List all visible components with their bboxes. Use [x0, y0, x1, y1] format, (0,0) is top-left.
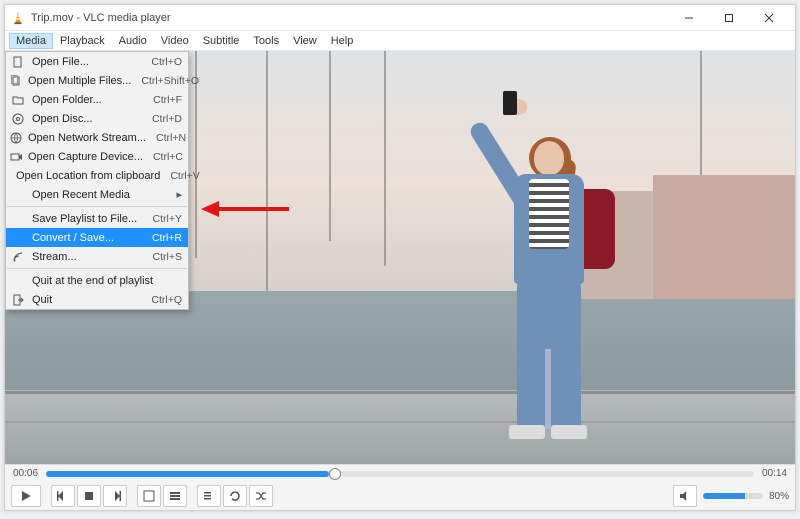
- menu-item-label: Convert / Save...: [32, 232, 142, 244]
- menu-item-shortcut: Ctrl+Shift+O: [131, 75, 199, 87]
- menu-item-open-recent-media[interactable]: Open Recent Media▸: [6, 185, 188, 204]
- ext-settings-button[interactable]: [163, 485, 187, 507]
- menu-item-shortcut: Ctrl+R: [142, 232, 182, 244]
- menu-view[interactable]: View: [286, 33, 324, 49]
- menu-item-label: Quit: [32, 294, 141, 306]
- video-area[interactable]: Open File...Ctrl+OOpen Multiple Files...…: [5, 51, 795, 464]
- menu-item-label: Quit at the end of playlist: [32, 275, 172, 287]
- menu-item-shortcut: Ctrl+S: [143, 251, 182, 263]
- seek-bar[interactable]: [46, 471, 754, 477]
- menu-item-shortcut: Ctrl+V: [160, 170, 199, 182]
- menu-item-shortcut: Ctrl+N: [146, 132, 186, 144]
- menu-item-label: Open Disc...: [32, 113, 142, 125]
- menu-item-label: Open Network Stream...: [28, 132, 146, 144]
- mute-button[interactable]: [673, 485, 697, 507]
- volume-percent: 80%: [769, 491, 789, 502]
- menu-item-quit-at-the-end-of-playlist[interactable]: Quit at the end of playlist: [6, 271, 188, 290]
- menu-item-label: Open Multiple Files...: [28, 75, 131, 87]
- next-button[interactable]: [103, 485, 127, 507]
- files-icon: [10, 73, 22, 89]
- file-icon: [10, 54, 26, 70]
- menu-help[interactable]: Help: [324, 33, 361, 49]
- menu-item-stream[interactable]: Stream...Ctrl+S: [6, 247, 188, 266]
- menu-item-save-playlist-to-file[interactable]: Save Playlist to File...Ctrl+Y: [6, 209, 188, 228]
- menu-item-shortcut: Ctrl+Q: [141, 294, 182, 306]
- menu-item-open-multiple-files[interactable]: Open Multiple Files...Ctrl+Shift+O: [6, 71, 188, 90]
- menu-item-shortcut: Ctrl+Y: [143, 213, 182, 225]
- prev-button[interactable]: [51, 485, 75, 507]
- menu-audio[interactable]: Audio: [112, 33, 154, 49]
- disc-icon: [10, 111, 26, 127]
- menu-playback[interactable]: Playback: [53, 33, 112, 49]
- menu-item-shortcut: Ctrl+F: [143, 94, 182, 106]
- quit-icon: [10, 292, 26, 308]
- time-current[interactable]: 00:06: [13, 468, 38, 479]
- menu-item-shortcut: Ctrl+C: [143, 151, 183, 163]
- blank: [10, 187, 26, 203]
- maximize-button[interactable]: [709, 5, 749, 31]
- menu-item-shortcut: Ctrl+D: [142, 113, 182, 125]
- menu-item-label: Open Location from clipboard: [16, 170, 160, 182]
- vlc-window: Trip.mov - VLC media player Media Playba…: [4, 4, 796, 511]
- time-total[interactable]: 00:14: [762, 468, 787, 479]
- menu-media[interactable]: Media: [9, 33, 53, 49]
- menu-item-open-disc[interactable]: Open Disc...Ctrl+D: [6, 109, 188, 128]
- blank: [10, 230, 26, 246]
- menu-item-open-location-from-clipboard[interactable]: Open Location from clipboardCtrl+V: [6, 166, 188, 185]
- menu-item-label: Open Capture Device...: [28, 151, 143, 163]
- volume-slider[interactable]: [703, 493, 763, 499]
- blank: [10, 273, 26, 289]
- vlc-logo-icon: [11, 11, 25, 25]
- menu-item-shortcut: Ctrl+O: [141, 56, 182, 68]
- loop-button[interactable]: [223, 485, 247, 507]
- blank: [10, 211, 26, 227]
- folder-icon: [10, 92, 26, 108]
- stream-icon: [10, 249, 26, 265]
- menubar: Media Playback Audio Video Subtitle Tool…: [5, 31, 795, 51]
- playlist-button[interactable]: [197, 485, 221, 507]
- menu-item-label: Save Playlist to File...: [32, 213, 143, 225]
- menu-tools[interactable]: Tools: [246, 33, 286, 49]
- network-icon: [10, 130, 22, 146]
- stop-button[interactable]: [77, 485, 101, 507]
- menu-item-label: Open File...: [32, 56, 141, 68]
- shuffle-button[interactable]: [249, 485, 273, 507]
- menu-separator: [7, 206, 187, 207]
- menu-item-open-folder[interactable]: Open Folder...Ctrl+F: [6, 90, 188, 109]
- window-title: Trip.mov - VLC media player: [31, 12, 669, 24]
- media-dropdown: Open File...Ctrl+OOpen Multiple Files...…: [5, 51, 189, 310]
- menu-item-label: Open Recent Media: [32, 189, 174, 201]
- menu-separator: [7, 268, 187, 269]
- submenu-arrow-icon: ▸: [174, 188, 182, 201]
- menu-subtitle[interactable]: Subtitle: [196, 33, 247, 49]
- menu-item-open-file[interactable]: Open File...Ctrl+O: [6, 52, 188, 71]
- fullscreen-button[interactable]: [137, 485, 161, 507]
- capture-icon: [10, 149, 22, 165]
- menu-item-open-capture-device[interactable]: Open Capture Device...Ctrl+C: [6, 147, 188, 166]
- video-subject-person: [479, 119, 619, 439]
- close-button[interactable]: [749, 5, 789, 31]
- menu-item-open-network-stream[interactable]: Open Network Stream...Ctrl+N: [6, 128, 188, 147]
- play-button[interactable]: [11, 485, 41, 507]
- menu-video[interactable]: Video: [154, 33, 196, 49]
- minimize-button[interactable]: [669, 5, 709, 31]
- menu-item-convert-save[interactable]: Convert / Save...Ctrl+R: [6, 228, 188, 247]
- menu-item-quit[interactable]: QuitCtrl+Q: [6, 290, 188, 309]
- player-controls: 00:06 00:14 80%: [5, 464, 795, 510]
- menu-item-label: Open Folder...: [32, 94, 143, 106]
- titlebar: Trip.mov - VLC media player: [5, 5, 795, 31]
- menu-item-label: Stream...: [32, 251, 143, 263]
